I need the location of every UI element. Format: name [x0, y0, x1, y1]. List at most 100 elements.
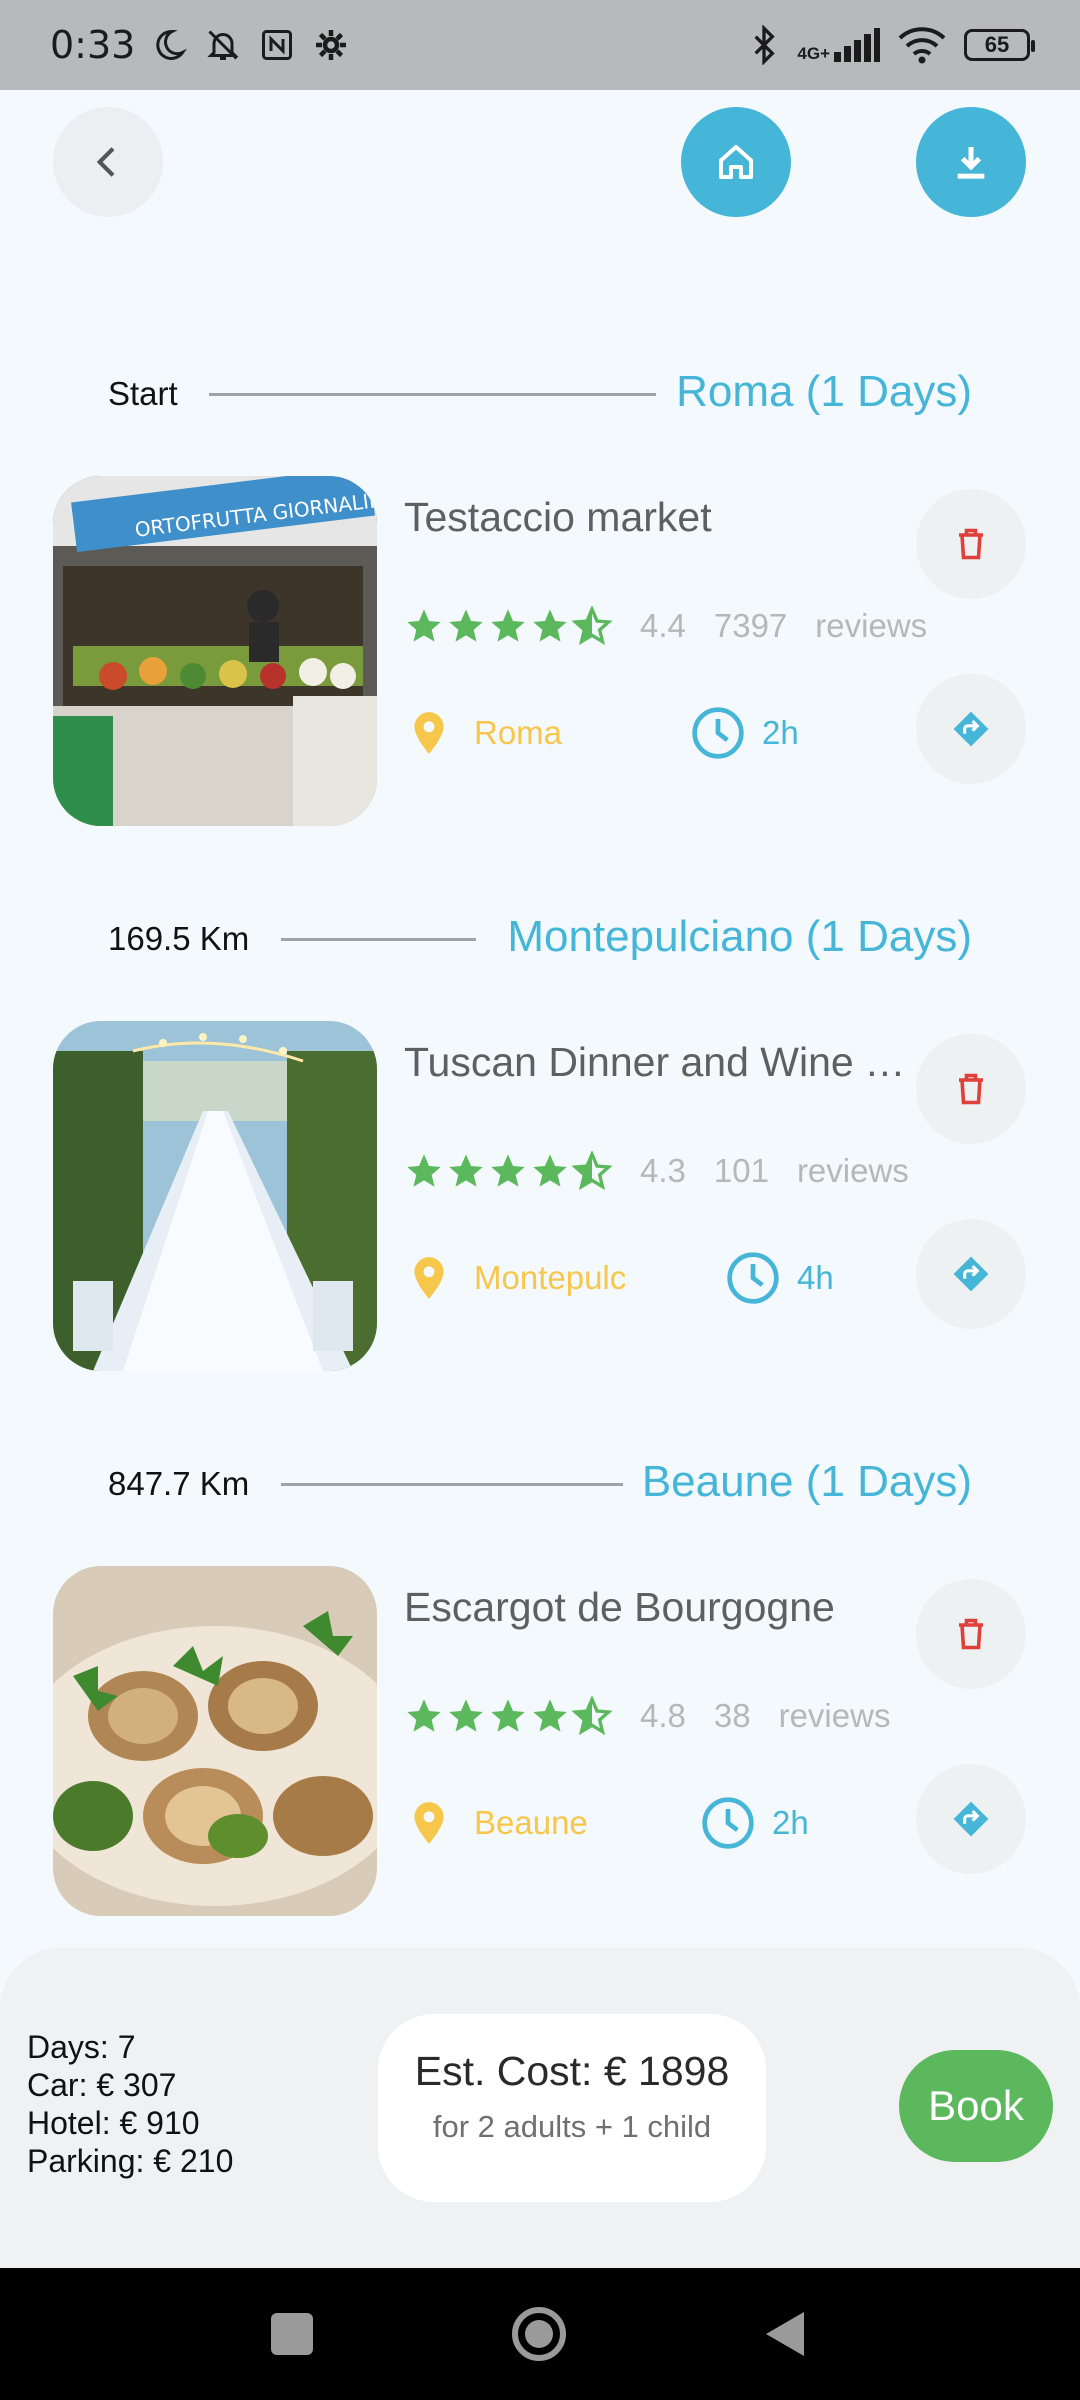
segment-header: 847.7 Km Beaune (1 Days)	[0, 1453, 1080, 1513]
battery-icon: 65	[964, 29, 1035, 61]
cost-breakdown: Days: 7 Car: € 307 Hotel: € 910 Parking:…	[27, 2028, 233, 2180]
estimated-cost-card: Est. Cost: € 1898 for 2 adults + 1 child	[378, 2014, 766, 2202]
back-triangle-icon[interactable]	[764, 2310, 806, 2358]
activity-title: Escargot de Bourgogne	[404, 1584, 835, 1630]
status-right-icons: 4G+ 65	[749, 25, 1035, 65]
segment-header: 169.5 Km Montepulciano (1 Days)	[0, 908, 1080, 968]
location-name: Montepulc	[474, 1259, 627, 1296]
trash-icon	[959, 528, 983, 560]
days-text: Days: 7	[27, 2029, 136, 2065]
activity-image[interactable]	[53, 1566, 377, 1916]
duration: 2h	[700, 1788, 809, 1858]
segment-city: Roma (1 Days)	[676, 367, 972, 416]
activity-card[interactable]: Tuscan Dinner and Wine Tasting 4.3 101 r…	[0, 1021, 1080, 1371]
delete-button[interactable]	[916, 1579, 1026, 1689]
rating-value: 4.8	[640, 1697, 686, 1734]
segment-city: Beaune (1 Days)	[641, 1457, 972, 1506]
segment-distance: 847.7 Km	[108, 1465, 250, 1502]
duration-value: 2h	[772, 1804, 809, 1841]
location-name: Beaune	[474, 1804, 588, 1841]
duration-value: 2h	[762, 714, 799, 751]
status-bar: 0:33 4G+ 65	[0, 0, 1080, 90]
segment-distance: 169.5 Km	[108, 920, 250, 957]
status-time: 0:33	[50, 23, 136, 67]
activity-title: Testaccio market	[404, 494, 712, 540]
star-icon	[449, 609, 483, 642]
review-count: 38	[713, 1697, 751, 1734]
chevron-left-icon	[96, 147, 115, 177]
rating-row: 4.8 38 reviews	[404, 1696, 918, 1736]
clock-icon	[692, 707, 744, 759]
reviews-label: reviews	[796, 1152, 909, 1189]
nfc-icon	[262, 30, 293, 60]
review-count: 101	[713, 1152, 769, 1189]
star-icon	[449, 1699, 483, 1732]
activity-card[interactable]: Escargot de Bourgogne 4.8 38 reviews Bea…	[0, 1566, 1080, 1916]
directions-icon	[953, 1801, 989, 1837]
location-pin-icon	[414, 712, 444, 754]
estimated-cost: Est. Cost: € 1898	[414, 2048, 730, 2094]
recents-square-icon[interactable]	[271, 2313, 313, 2355]
parking-cost-text: Parking: € 210	[27, 2143, 234, 2179]
segment-city: Montepulciano (1 Days)	[507, 912, 972, 961]
rating-value: 4.3	[640, 1152, 686, 1189]
home-button[interactable]	[681, 107, 791, 217]
rating-value: 4.4	[640, 607, 686, 644]
home-icon	[719, 145, 753, 179]
star-icon	[407, 1154, 441, 1187]
network-type: 4G+	[797, 44, 830, 63]
wifi-icon	[898, 27, 946, 64]
duration-value: 4h	[797, 1259, 834, 1296]
location-row: Beaune	[404, 1788, 588, 1858]
star-icon	[449, 1154, 483, 1187]
location-name: Roma	[474, 714, 563, 751]
rating-stars	[404, 606, 612, 646]
directions-button[interactable]	[916, 1764, 1026, 1874]
location-row: Roma	[404, 698, 562, 768]
star-icon	[491, 1699, 525, 1732]
bluetooth-icon	[754, 25, 776, 65]
clock-icon	[727, 1252, 779, 1304]
moon-icon	[156, 29, 188, 60]
segment-divider	[209, 393, 656, 396]
segment-divider	[281, 938, 476, 941]
star-icon	[533, 609, 567, 642]
rating-stars	[404, 1696, 612, 1736]
rating-row: 4.3 101 reviews	[404, 1151, 937, 1191]
delete-button[interactable]	[916, 489, 1026, 599]
book-button[interactable]: Book	[899, 2050, 1053, 2162]
star-icon	[533, 1699, 567, 1732]
activity-image[interactable]	[53, 1021, 377, 1371]
reviews-label: reviews	[815, 607, 928, 644]
delete-button[interactable]	[916, 1034, 1026, 1144]
status-left-icons	[151, 27, 349, 63]
activity-card[interactable]: ORTOFRUTTA GIORNALIERA Testaccio market …	[0, 476, 1080, 826]
battery-level: 65	[984, 32, 1010, 57]
location-pin-icon	[414, 1802, 444, 1844]
star-icon	[533, 1154, 567, 1187]
rating-row: 4.4 7397 reviews	[404, 606, 955, 646]
download-icon	[957, 147, 985, 179]
directions-button[interactable]	[916, 674, 1026, 784]
star-icon	[407, 609, 441, 642]
trash-icon	[959, 1618, 983, 1650]
directions-icon	[953, 1256, 989, 1292]
download-button[interactable]	[916, 107, 1026, 217]
star-icon	[491, 609, 525, 642]
location-row: Montepulc	[404, 1243, 626, 1313]
signal-icon: 4G+	[797, 28, 880, 62]
system-nav-bar	[0, 2268, 1080, 2400]
rating-stars	[404, 1151, 612, 1191]
activity-title: Tuscan Dinner and Wine Tasting	[404, 1039, 914, 1085]
hotel-cost-text: Hotel: € 910	[27, 2105, 200, 2141]
duration: 2h	[690, 698, 799, 768]
segment-divider	[281, 1483, 623, 1486]
bell-off-icon	[207, 30, 239, 60]
directions-button[interactable]	[916, 1219, 1026, 1329]
reviews-label: reviews	[778, 1697, 891, 1734]
back-button[interactable]	[53, 107, 163, 217]
segment-header: Start Roma (1 Days)	[0, 363, 1080, 423]
trash-icon	[959, 1073, 983, 1105]
home-circle-icon[interactable]	[511, 2306, 567, 2362]
activity-image[interactable]: ORTOFRUTTA GIORNALIERA	[53, 476, 377, 826]
